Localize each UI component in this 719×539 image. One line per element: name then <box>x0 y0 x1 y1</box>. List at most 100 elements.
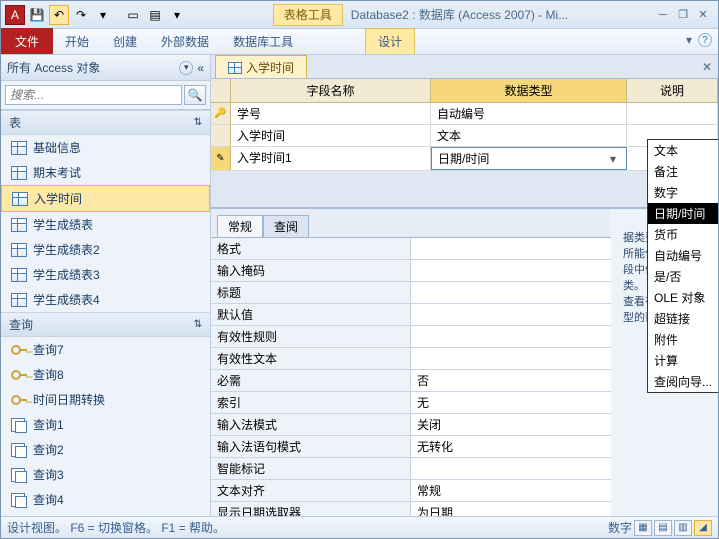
property-row[interactable]: 默认值 <box>211 304 611 326</box>
view-pivotchart-icon[interactable]: ▥ <box>674 520 692 536</box>
restore-button[interactable]: ❐ <box>674 7 692 23</box>
property-row[interactable]: 输入掩码 <box>211 260 611 282</box>
row-selector[interactable]: ✎ <box>211 147 231 170</box>
dropdown-item[interactable]: 计算 <box>648 350 718 371</box>
property-value[interactable] <box>411 458 611 479</box>
query-item[interactable]: 查询2 <box>1 437 210 462</box>
dropdown-item[interactable]: OLE 对象 <box>648 287 718 308</box>
nav-header[interactable]: 所有 Access 对象 ▾ « <box>1 55 210 81</box>
design-row-current[interactable]: ✎ 入学时间1 日期/时间 ▾ <box>211 147 718 171</box>
tab-dbtools[interactable]: 数据库工具 <box>221 29 305 54</box>
property-row[interactable]: 必需否 <box>211 370 611 392</box>
data-type-cell-active[interactable]: 日期/时间 ▾ <box>431 147 627 170</box>
property-row[interactable]: 智能标记 <box>211 458 611 480</box>
property-value[interactable] <box>411 304 611 325</box>
table-item[interactable]: 学生成绩表4 <box>1 287 210 312</box>
dropdown-arrow-icon[interactable]: ▾ <box>606 152 620 166</box>
tab-create[interactable]: 创建 <box>101 29 149 54</box>
dropdown-item[interactable]: 文本 <box>648 140 718 161</box>
property-value[interactable] <box>411 282 611 303</box>
query-item[interactable]: 查询3 <box>1 462 210 487</box>
row-selector[interactable] <box>211 125 231 146</box>
file-tab[interactable]: 文件 <box>1 28 53 54</box>
property-value[interactable]: 否 <box>411 370 611 391</box>
property-row[interactable]: 有效性文本 <box>211 348 611 370</box>
query-item[interactable]: 查询8 <box>1 362 210 387</box>
data-type-cell[interactable]: 文本 <box>431 125 627 146</box>
view-design-icon[interactable]: ◢ <box>694 520 712 536</box>
dropdown-item[interactable]: 货币 <box>648 224 718 245</box>
minimize-button[interactable]: ─ <box>654 7 672 23</box>
design-row[interactable]: 入学时间 文本 <box>211 125 718 147</box>
table-item[interactable]: 入学时间 <box>1 185 210 212</box>
dropdown-item[interactable]: 查阅向导... <box>648 371 718 392</box>
close-button[interactable]: ✕ <box>694 7 712 23</box>
field-name-cell[interactable]: 入学时间 <box>231 125 431 146</box>
qat-dd-icon[interactable]: ▾ <box>93 5 113 25</box>
help-icon[interactable]: ? <box>698 33 712 47</box>
tab-design[interactable]: 设计 <box>365 28 415 54</box>
ribbon-chevron-icon[interactable]: ▾ <box>686 33 692 47</box>
redo-icon[interactable]: ↷ <box>71 5 91 25</box>
document-tab[interactable]: 入学时间 <box>215 55 307 78</box>
view-pivottable-icon[interactable]: ▤ <box>654 520 672 536</box>
data-type-dropdown[interactable]: 文本备注数字日期/时间货币自动编号是/否OLE 对象超链接附件计算查阅向导... <box>647 139 718 393</box>
view-datasheet-icon[interactable]: ▦ <box>634 520 652 536</box>
field-name-cell[interactable]: 入学时间1 <box>231 147 431 170</box>
dropdown-item[interactable]: 自动编号 <box>648 245 718 266</box>
nav-collapse-icon[interactable]: « <box>197 61 204 75</box>
table-item[interactable]: 学生成绩表2 <box>1 237 210 262</box>
query-item[interactable]: 时间日期转换 <box>1 387 210 412</box>
dropdown-item[interactable]: 超链接 <box>648 308 718 329</box>
property-row[interactable]: 输入法语句模式无转化 <box>211 436 611 458</box>
property-value[interactable]: 无 <box>411 392 611 413</box>
search-button[interactable]: 🔍 <box>184 85 206 105</box>
group-sort-icon[interactable]: ⇅ <box>194 319 202 330</box>
dropdown-item[interactable]: 是/否 <box>648 266 718 287</box>
property-row[interactable]: 有效性规则 <box>211 326 611 348</box>
prop-tab-lookup[interactable]: 查阅 <box>263 215 309 237</box>
search-input[interactable] <box>5 85 182 105</box>
design-row[interactable]: 🔑 学号 自动编号 <box>211 103 718 125</box>
property-value[interactable]: 无转化 <box>411 436 611 457</box>
query-item[interactable]: 查询1 <box>1 412 210 437</box>
save-icon[interactable]: 💾 <box>27 5 47 25</box>
row-selector[interactable]: 🔑 <box>211 103 231 124</box>
dropdown-item[interactable]: 数字 <box>648 182 718 203</box>
property-row[interactable]: 文本对齐常规 <box>211 480 611 502</box>
description-cell[interactable] <box>627 103 718 124</box>
col-description[interactable]: 说明 <box>627 79 718 102</box>
view1-icon[interactable]: ▭ <box>123 5 143 25</box>
table-item[interactable]: 学生成绩表3 <box>1 262 210 287</box>
query-item[interactable]: 查询4 <box>1 487 210 512</box>
table-item[interactable]: 学生成绩表 <box>1 212 210 237</box>
property-value[interactable]: 关闭 <box>411 414 611 435</box>
query-item[interactable]: 查询7 <box>1 337 210 362</box>
undo-icon[interactable]: ↶ <box>49 5 69 25</box>
nav-dd-icon[interactable]: ▾ <box>179 61 193 75</box>
field-name-cell[interactable]: 学号 <box>231 103 431 124</box>
table-item[interactable]: 期末考试 <box>1 160 210 185</box>
tab-home[interactable]: 开始 <box>53 29 101 54</box>
property-row[interactable]: 索引无 <box>211 392 611 414</box>
qat-dd2-icon[interactable]: ▾ <box>167 5 187 25</box>
dropdown-item[interactable]: 日期/时间 <box>648 203 718 224</box>
property-row[interactable]: 输入法模式关闭 <box>211 414 611 436</box>
property-row[interactable]: 格式 <box>211 238 611 260</box>
prop-tab-general[interactable]: 常规 <box>217 215 263 237</box>
nav-group-tables[interactable]: 表 ⇅ <box>1 110 210 135</box>
property-value[interactable] <box>411 260 611 281</box>
property-value[interactable]: 常规 <box>411 480 611 501</box>
view2-icon[interactable]: ▤ <box>145 5 165 25</box>
dropdown-item[interactable]: 附件 <box>648 329 718 350</box>
col-data-type[interactable]: 数据类型 <box>431 79 627 102</box>
nav-group-queries[interactable]: 查询 ⇅ <box>1 312 210 337</box>
tab-external[interactable]: 外部数据 <box>149 29 221 54</box>
data-type-cell[interactable]: 自动编号 <box>431 103 627 124</box>
dropdown-item[interactable]: 备注 <box>648 161 718 182</box>
property-row[interactable]: 标题 <box>211 282 611 304</box>
property-value[interactable] <box>411 238 611 259</box>
document-close-icon[interactable]: ✕ <box>696 60 718 74</box>
col-field-name[interactable]: 字段名称 <box>231 79 431 102</box>
table-item[interactable]: 基础信息 <box>1 135 210 160</box>
